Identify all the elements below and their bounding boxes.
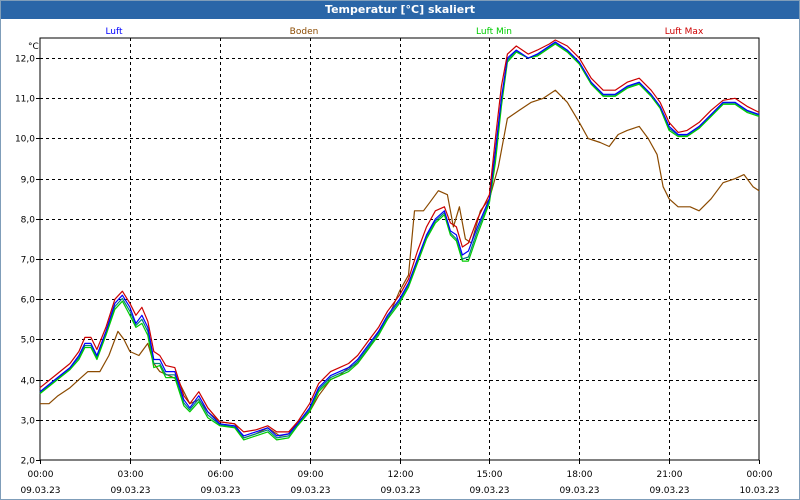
legend: Luft Boden Luft Min Luft Max [105, 27, 704, 37]
x-tick-time-label: 03:00 [118, 470, 144, 480]
y-tick-label: 11,0 [15, 95, 35, 105]
y-tick-label: 9,0 [21, 176, 36, 186]
series-line-luft-min [39, 43, 760, 441]
series-line-luft [39, 41, 760, 437]
y-tick-label: 3,0 [21, 417, 36, 427]
series-line-boden [40, 89, 760, 439]
series-line-unlabeled [39, 42, 760, 439]
legend-entry-luft-min: Luft Min [476, 27, 512, 37]
temperature-chart: 2,0 3,0 4,0 5,0 6,0 7,0 8,0 9,0 10,0 11,0 12,0 °C 00… [15, 27, 780, 496]
x-tick-date-label: 09.03.23 [110, 486, 150, 496]
x-tick-time-label: 00:00 [747, 470, 773, 480]
x-tick-time-label: 18:00 [567, 470, 593, 480]
axes: 2,0 3,0 4,0 5,0 6,0 7,0 8,0 9,0 10,0 11,0 12,0 °C 00… [15, 37, 780, 496]
y-axis-unit: °C [28, 42, 39, 52]
x-tick-date-label: 10.03.23 [739, 486, 779, 496]
series-line-luft-max [39, 39, 760, 433]
chart-window: Temperatur [°C] skaliert 2,0 3,0 4,0 5,0 6,0… [0, 0, 800, 500]
legend-entry-boden: Boden [290, 27, 319, 37]
y-tick-label: 10,0 [15, 135, 35, 145]
y-tick-label: 6,0 [21, 296, 36, 306]
x-tick-date-label: 09.03.23 [20, 486, 60, 496]
legend-entry-luft-max: Luft Max [665, 27, 704, 37]
x-tick-date-label: 09.03.23 [469, 486, 509, 496]
y-tick-label: 5,0 [21, 336, 36, 346]
x-tick-date-label: 09.03.23 [380, 486, 420, 496]
x-tick-time-label: 09:00 [298, 470, 324, 480]
x-tick-date-label: 09.03.23 [649, 486, 689, 496]
x-tick-time-label: 21:00 [657, 470, 683, 480]
x-tick-date-label: 09.03.23 [290, 486, 330, 496]
x-tick-time-label: 15:00 [477, 470, 503, 480]
x-tick-time-label: 06:00 [208, 470, 234, 480]
y-tick-label: 2,0 [21, 457, 36, 467]
legend-entry-luft: Luft [105, 27, 123, 37]
y-tick-label: 4,0 [21, 377, 36, 387]
series-lines [39, 39, 760, 441]
y-tick-label: 7,0 [21, 256, 36, 266]
y-tick-label: 12,0 [15, 55, 35, 65]
x-tick-time-label: 00:00 [28, 470, 54, 480]
grid [40, 38, 759, 460]
x-tick-time-label: 12:00 [388, 470, 414, 480]
plot-frame [39, 37, 760, 461]
x-tick-date-label: 09.03.23 [200, 486, 240, 496]
x-tick-date-label: 09.03.23 [559, 486, 599, 496]
y-tick-label: 8,0 [21, 216, 36, 226]
